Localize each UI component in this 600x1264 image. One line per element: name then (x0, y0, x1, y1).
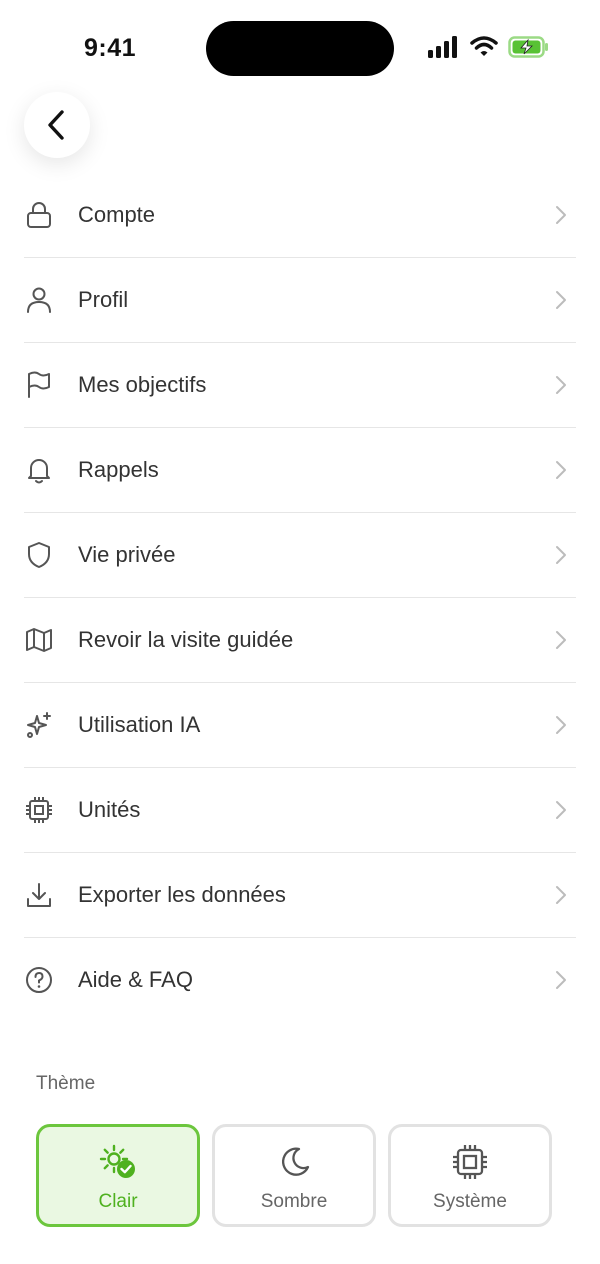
menu-item-vie-privee[interactable]: Vie privée (24, 513, 576, 598)
theme-section-title: Thème (36, 1073, 96, 1094)
chevron-right-icon (556, 801, 566, 819)
menu-label-compte: Compte (78, 202, 156, 227)
menu-item-aide-faq[interactable]: Aide & FAQ (24, 938, 576, 1022)
status-time: 9:41 (84, 34, 137, 62)
bell-icon (24, 455, 54, 485)
chevron-right-icon (556, 546, 566, 564)
settings-menu: Compte Profil Mes objectifs Rappels Vie … (24, 173, 576, 1022)
signal-icon (428, 36, 460, 63)
chevron-right-icon (556, 461, 566, 479)
menu-label-vie-privee: Vie privée (78, 542, 176, 567)
download-icon (24, 880, 54, 910)
menu-label-exporter: Exporter les données (78, 882, 286, 907)
status-bar: 9:41 (0, 0, 600, 96)
menu-item-objectifs[interactable]: Mes objectifs (24, 343, 576, 428)
menu-label-profil: Profil (78, 287, 129, 312)
chip-icon (24, 795, 54, 825)
shield-icon (24, 540, 54, 570)
flag-icon (24, 370, 54, 400)
theme-options: Clair Sombre Système (36, 1124, 552, 1227)
menu-item-profil[interactable]: Profil (24, 258, 576, 343)
back-button[interactable] (24, 92, 90, 158)
theme-option-label: Système (433, 1191, 507, 1212)
dynamic-island (206, 21, 394, 76)
map-icon (24, 625, 54, 655)
chevron-right-icon (556, 291, 566, 309)
chevron-right-icon (556, 716, 566, 734)
sparkles-icon (24, 710, 54, 740)
menu-item-rappels[interactable]: Rappels (24, 428, 576, 513)
menu-label-objectifs: Mes objectifs (78, 372, 207, 397)
menu-label-visite-guidee: Revoir la visite guidée (78, 627, 294, 652)
chevron-right-icon (556, 886, 566, 904)
sun-icon (99, 1143, 137, 1181)
chevron-right-icon (556, 971, 566, 989)
menu-label-unites: Unités (78, 797, 141, 822)
theme-option-systeme[interactable]: Système (388, 1124, 552, 1227)
menu-item-compte[interactable]: Compte (24, 173, 576, 258)
moon-icon (275, 1143, 313, 1181)
theme-option-label: Sombre (260, 1191, 328, 1212)
wifi-icon (470, 36, 498, 63)
lock-icon (24, 200, 54, 230)
theme-option-label: Clair (98, 1191, 138, 1212)
menu-item-exporter[interactable]: Exporter les données (24, 853, 576, 938)
menu-item-visite-guidee[interactable]: Revoir la visite guidée (24, 598, 576, 683)
chevron-right-icon (556, 376, 566, 394)
help-circle-icon (24, 965, 54, 995)
chip-icon (451, 1143, 489, 1181)
status-icons (428, 36, 550, 63)
menu-label-utilisation-ia: Utilisation IA (78, 712, 201, 737)
menu-label-rappels: Rappels (78, 457, 159, 482)
menu-item-unites[interactable]: Unités (24, 768, 576, 853)
menu-label-aide-faq: Aide & FAQ (78, 967, 193, 992)
chevron-right-icon (556, 631, 566, 649)
chevron-right-icon (556, 206, 566, 224)
chevron-left-icon (48, 110, 64, 140)
theme-option-clair[interactable]: Clair (36, 1124, 200, 1227)
menu-item-utilisation-ia[interactable]: Utilisation IA (24, 683, 576, 768)
theme-option-sombre[interactable]: Sombre (212, 1124, 376, 1227)
battery-charging-icon (508, 36, 550, 63)
user-icon (24, 285, 54, 315)
